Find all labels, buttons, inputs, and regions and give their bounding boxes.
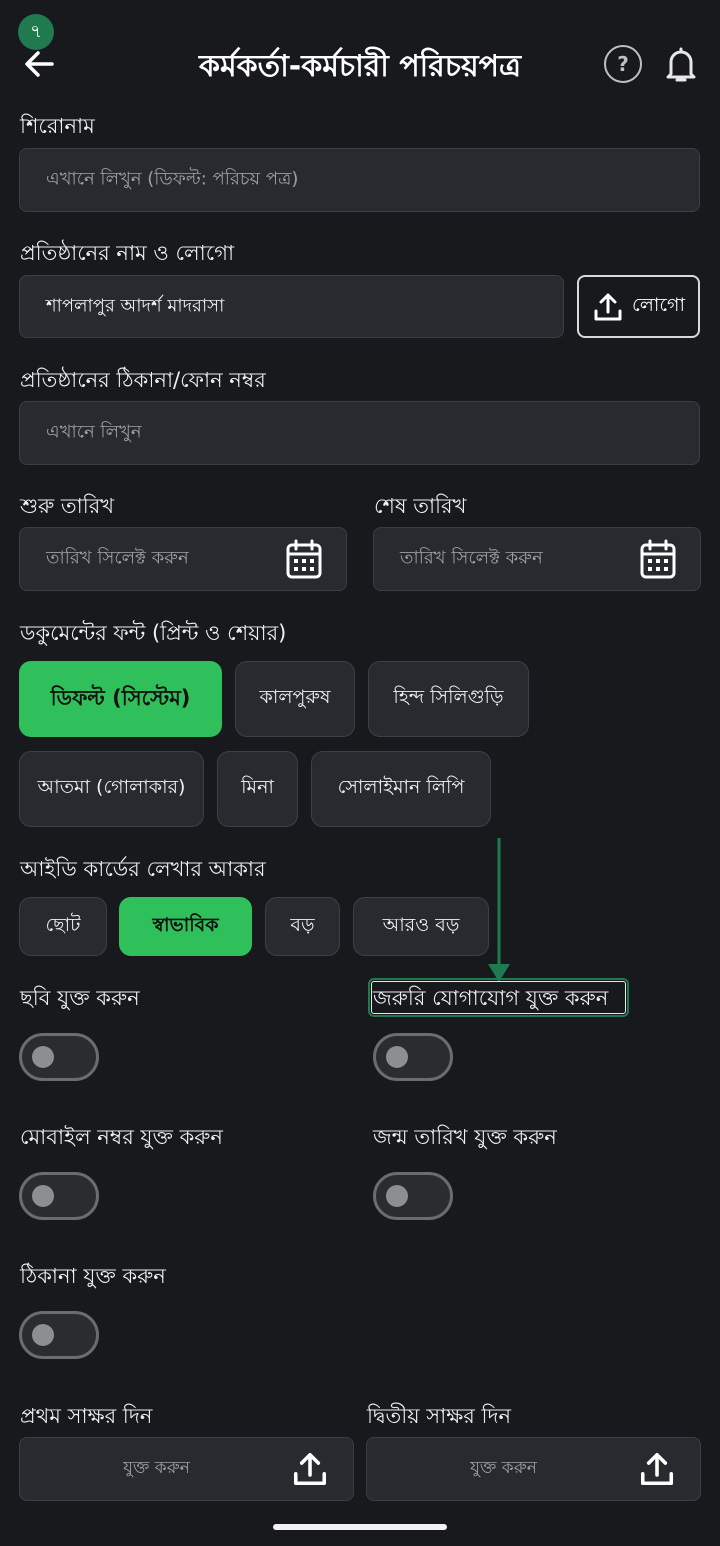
address-label: প্রতিষ্ঠানের ঠিকানা/ফোন নম্বর: [20, 368, 266, 392]
font-option-hind-siliguri[interactable]: হিন্দ সিলিগুড়ি: [368, 661, 529, 737]
start-date-picker[interactable]: তারিখ সিলেক্ট করুন: [19, 527, 347, 591]
size-section-label: আইডি কার্ডের লেখার আকার: [20, 857, 266, 881]
font-option-kalpurush[interactable]: কালপুরুষ: [235, 661, 355, 737]
font-option-solaimanlipi[interactable]: সোলাইমান লিপি: [311, 751, 491, 827]
upload-icon: [594, 293, 622, 320]
first-signature-label: প্রথম সাক্ষর দিন: [20, 1404, 153, 1428]
photo-toggle-label: ছবি যুক্ত করুন: [20, 986, 140, 1010]
toggle-knob: [386, 1185, 408, 1207]
upload-icon: [640, 1452, 674, 1486]
institution-label: প্রতিষ্ঠানের নাম ও লোগো: [20, 241, 235, 265]
toggle-knob: [386, 1046, 408, 1068]
toggle-knob: [32, 1324, 54, 1346]
toggle-knob: [32, 1185, 54, 1207]
title-label: শিরোনাম: [20, 114, 95, 138]
end-date-placeholder: তারিখ সিলেক্ট করুন: [400, 547, 543, 569]
title-placeholder: এখানে লিখুন (ডিফল্ট: পরিচয় পত্র): [46, 168, 299, 190]
mobile-toggle[interactable]: [19, 1172, 99, 1220]
size-option-normal[interactable]: স্বাভাবিক: [119, 897, 252, 956]
photo-toggle[interactable]: [19, 1033, 99, 1081]
institution-name-value: শাপলাপুর আদর্শ মাদরাসা: [46, 295, 225, 316]
font-section-label: ডকুমেন্টের ফন্ট (প্রিন্ট ও শেয়ার): [20, 621, 287, 645]
annotation-arrow-icon: [488, 838, 510, 982]
address-input[interactable]: এখানে লিখুন: [19, 401, 700, 465]
status-badge: ৭: [18, 14, 54, 50]
font-option-mina[interactable]: মিনা: [217, 751, 298, 827]
size-option-extra-large[interactable]: আরও বড়: [353, 897, 489, 956]
mobile-toggle-label: মোবাইল নম্বর যুক্ত করুন: [20, 1125, 223, 1149]
font-option-default[interactable]: ডিফল্ট (সিস্টেম): [19, 661, 222, 737]
second-signature-upload[interactable]: যুক্ত করুন: [366, 1437, 701, 1501]
help-icon[interactable]: ?: [604, 45, 642, 83]
title-input[interactable]: এখানে লিখুন (ডিফল্ট: পরিচয় পত্র): [19, 148, 700, 212]
back-arrow-icon[interactable]: [22, 46, 58, 82]
size-option-large[interactable]: বড়: [265, 897, 340, 956]
institution-name-input[interactable]: শাপলাপুর আদর্শ মাদরাসা: [19, 275, 564, 338]
address-placeholder: এখানে লিখুন: [46, 421, 142, 443]
font-option-atma[interactable]: আতমা (গোলাকার): [19, 751, 204, 827]
page-title: কর্মকর্তা-কর্মচারী পরিচয়পত্র: [198, 49, 522, 84]
logo-upload-button[interactable]: লোগো: [577, 275, 700, 338]
toggle-knob: [32, 1046, 54, 1068]
calendar-icon: [640, 539, 676, 579]
emergency-toggle[interactable]: [373, 1033, 453, 1081]
logo-button-label: লোগো: [632, 293, 685, 316]
birth-toggle[interactable]: [373, 1172, 453, 1220]
second-signature-label: দ্বিতীয় সাক্ষর দিন: [367, 1404, 512, 1428]
upload-icon: [293, 1452, 327, 1486]
start-date-placeholder: তারিখ সিলেক্ট করুন: [46, 547, 189, 569]
calendar-icon: [286, 539, 322, 579]
size-option-small[interactable]: ছোট: [19, 897, 107, 956]
end-date-picker[interactable]: তারিখ সিলেক্ট করুন: [373, 527, 701, 591]
bell-icon[interactable]: [664, 46, 698, 84]
emergency-toggle-label: জরুরি যোগাযোগ যুক্ত করুন: [373, 986, 609, 1010]
address-toggle[interactable]: [19, 1311, 99, 1359]
second-signature-placeholder: যুক্ত করুন: [470, 1458, 537, 1478]
end-date-label: শেষ তারিখ: [374, 494, 467, 518]
start-date-label: শুরু তারিখ: [20, 494, 115, 518]
birth-toggle-label: জন্ম তারিখ যুক্ত করুন: [373, 1125, 557, 1149]
address-toggle-label: ঠিকানা যুক্ত করুন: [20, 1264, 166, 1288]
first-signature-upload[interactable]: যুক্ত করুন: [19, 1437, 354, 1501]
home-indicator[interactable]: [273, 1524, 447, 1530]
first-signature-placeholder: যুক্ত করুন: [123, 1458, 190, 1478]
